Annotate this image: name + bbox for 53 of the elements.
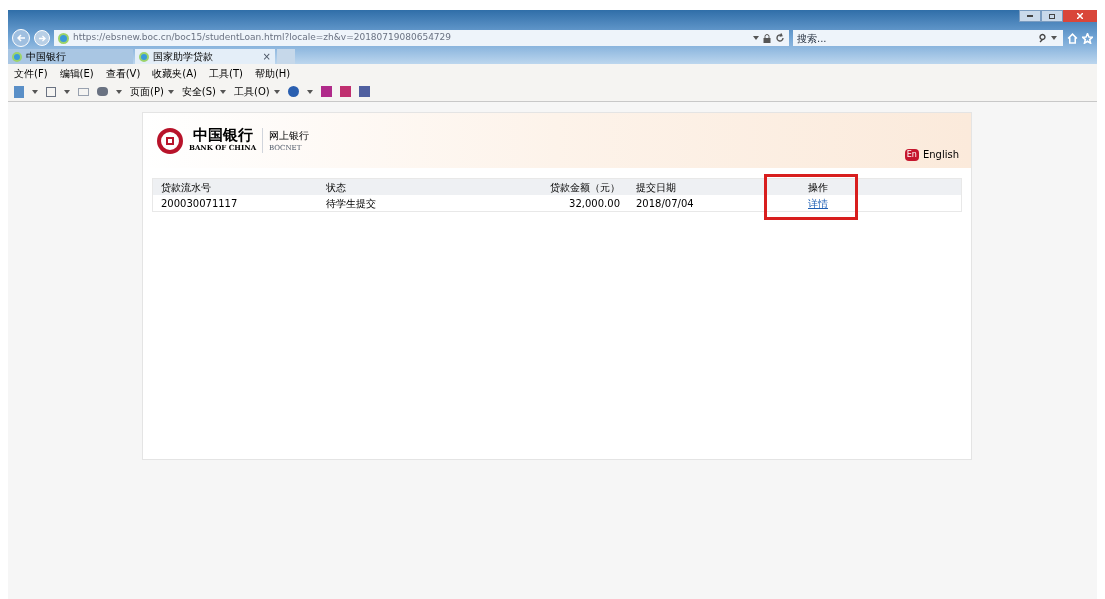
column-header: 操作 [807, 180, 829, 195]
service-name: 网上银行 [269, 128, 310, 143]
toolbar-menu-button[interactable]: 安全(S) [181, 84, 226, 99]
back-arrow-icon [16, 34, 26, 42]
menu-item[interactable]: 编辑(E) [59, 65, 94, 81]
column-header: 提交日期 [635, 180, 677, 195]
table-cell-text: 2018/07/04 [635, 196, 695, 211]
menu-item[interactable]: 收藏夹(A) [152, 65, 197, 81]
browser-tab[interactable]: 中国银行 [8, 49, 133, 64]
language-badge[interactable]: En [904, 148, 919, 161]
column-header: 状态 [325, 180, 347, 195]
table-cell-text: 200030071117 [160, 196, 239, 211]
toolbar-menu-button[interactable]: 工具(O) [234, 84, 280, 99]
browser-tab[interactable]: 国家助学贷款 × [135, 49, 275, 64]
url-text: https://ebsnew.boc.cn/boc15/studentLoan.html?locale=zh&v=20180719080654729 [73, 31, 453, 45]
tab-close-button[interactable]: × [262, 49, 271, 64]
search-field[interactable]: 搜索... [793, 30, 1039, 46]
close-icon [1077, 13, 1083, 19]
refresh-icon[interactable] [775, 33, 785, 43]
bank-name: 中国银行 [192, 127, 253, 143]
bank-logo-icon [157, 127, 183, 154]
back-button[interactable] [12, 29, 30, 47]
close-button[interactable] [1063, 10, 1097, 22]
caret-icon[interactable] [64, 89, 70, 94]
caret-icon [220, 89, 226, 94]
maximize-button[interactable] [1041, 10, 1063, 22]
caret-icon[interactable] [306, 89, 313, 94]
search-button[interactable] [1039, 30, 1063, 46]
menu-item[interactable]: 工具(T) [209, 65, 243, 81]
menu-item[interactable]: 查看(V) [105, 65, 141, 81]
menu-item[interactable]: 帮助(H) [254, 65, 291, 81]
minimize-button[interactable] [1019, 10, 1041, 22]
menu-item[interactable]: 文件(F) [14, 65, 48, 81]
caret-icon [167, 89, 174, 94]
caret-icon[interactable] [1051, 36, 1057, 40]
address-bar[interactable]: https://ebsnew.boc.cn/boc15/studentLoan.html?locale=zh&v=20180719080654729 [54, 30, 789, 46]
caret-icon[interactable] [32, 89, 38, 94]
column-header: 贷款流水号 [160, 180, 212, 195]
forward-arrow-icon [38, 34, 46, 42]
caret-icon [273, 89, 280, 94]
column-header: 贷款金额（元） [549, 180, 621, 195]
home-icon[interactable] [1067, 32, 1078, 44]
forward-button[interactable] [34, 30, 50, 46]
language-link[interactable]: English [922, 147, 959, 162]
lock-icon [763, 33, 771, 43]
table-cell-text: 待学生提交 [325, 196, 377, 211]
star-icon[interactable] [1082, 32, 1093, 44]
caret-icon[interactable] [753, 36, 759, 40]
caret-icon[interactable] [116, 89, 122, 94]
table-cell-text: 32,000.00 [568, 196, 621, 211]
search-icon[interactable] [1039, 33, 1049, 43]
details-link[interactable]: 详情 [808, 197, 828, 209]
toolbar-menu-button[interactable]: 页面(P) [130, 84, 174, 99]
